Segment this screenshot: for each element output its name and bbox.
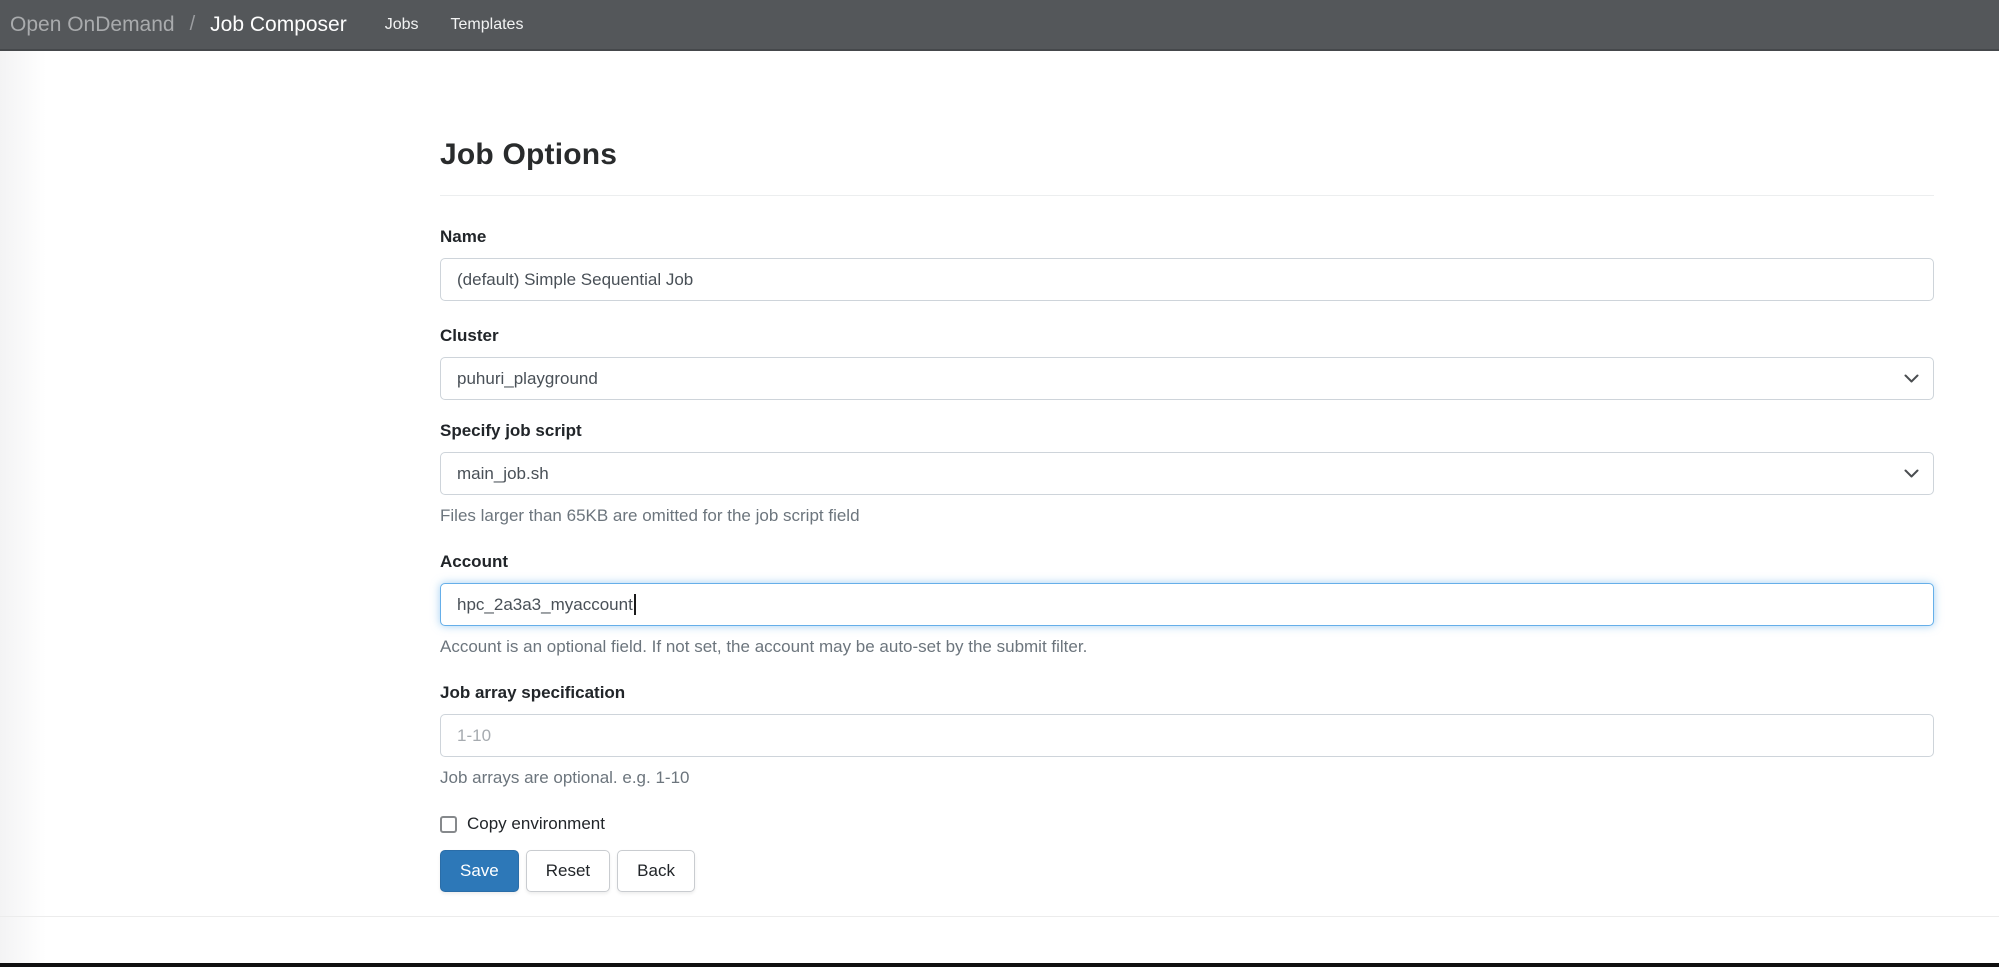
brand-link[interactable]: Open OnDemand	[10, 13, 175, 37]
page-title: Job Options	[440, 140, 1934, 170]
back-button[interactable]: Back	[617, 850, 695, 892]
account-input[interactable]: hpc_2a3a3_myaccount	[440, 583, 1934, 626]
app-title-link[interactable]: Job Composer	[210, 13, 347, 37]
left-edge-shadow	[0, 51, 46, 963]
job-script-label: Specify job script	[440, 421, 1934, 441]
window-bottom-edge	[0, 963, 1999, 967]
nav-link-templates[interactable]: Templates	[435, 10, 540, 40]
copy-environment-row: Copy environment	[440, 814, 1934, 834]
top-navbar: Open OnDemand / Job Composer Jobs Templa…	[0, 0, 1999, 51]
job-script-select[interactable]: main_job.sh	[440, 452, 1934, 495]
job-array-help-text: Job arrays are optional. e.g. 1-10	[440, 768, 1934, 788]
name-input[interactable]	[440, 258, 1934, 301]
reset-button[interactable]: Reset	[526, 850, 610, 892]
account-input-value: hpc_2a3a3_myaccount	[457, 595, 633, 615]
job-array-field-group: Job array specification Job arrays are o…	[440, 683, 1934, 788]
copy-environment-label: Copy environment	[467, 814, 605, 834]
job-script-help-text: Files larger than 65KB are omitted for t…	[440, 506, 1934, 526]
text-caret	[634, 594, 636, 615]
footer-divider	[0, 916, 1999, 917]
copy-environment-checkbox[interactable]	[440, 816, 457, 833]
account-label: Account	[440, 552, 1934, 572]
account-help-text: Account is an optional field. If not set…	[440, 637, 1934, 657]
cluster-select[interactable]: puhuri_playground	[440, 357, 1934, 400]
job-array-input[interactable]	[440, 714, 1934, 757]
cluster-label: Cluster	[440, 326, 1934, 346]
navbar-links: Jobs Templates	[369, 10, 540, 40]
nav-link-jobs[interactable]: Jobs	[369, 10, 435, 40]
job-script-field-group: Specify job script main_job.sh Files lar…	[440, 421, 1934, 526]
job-options-form: Name Cluster puhuri_playground Specify j…	[440, 227, 1934, 892]
job-array-label: Job array specification	[440, 683, 1934, 703]
account-field-group: Account hpc_2a3a3_myaccount Account is a…	[440, 552, 1934, 657]
form-actions: Save Reset Back	[440, 850, 1934, 892]
job-options-panel: Job Options Name Cluster puhuri_playgrou…	[440, 51, 1934, 892]
name-field-group: Name	[440, 227, 1934, 301]
cluster-field-group: Cluster puhuri_playground	[440, 326, 1934, 400]
title-divider	[440, 195, 1934, 196]
name-label: Name	[440, 227, 1934, 247]
breadcrumb-separator: /	[190, 13, 196, 36]
save-button[interactable]: Save	[440, 850, 519, 892]
